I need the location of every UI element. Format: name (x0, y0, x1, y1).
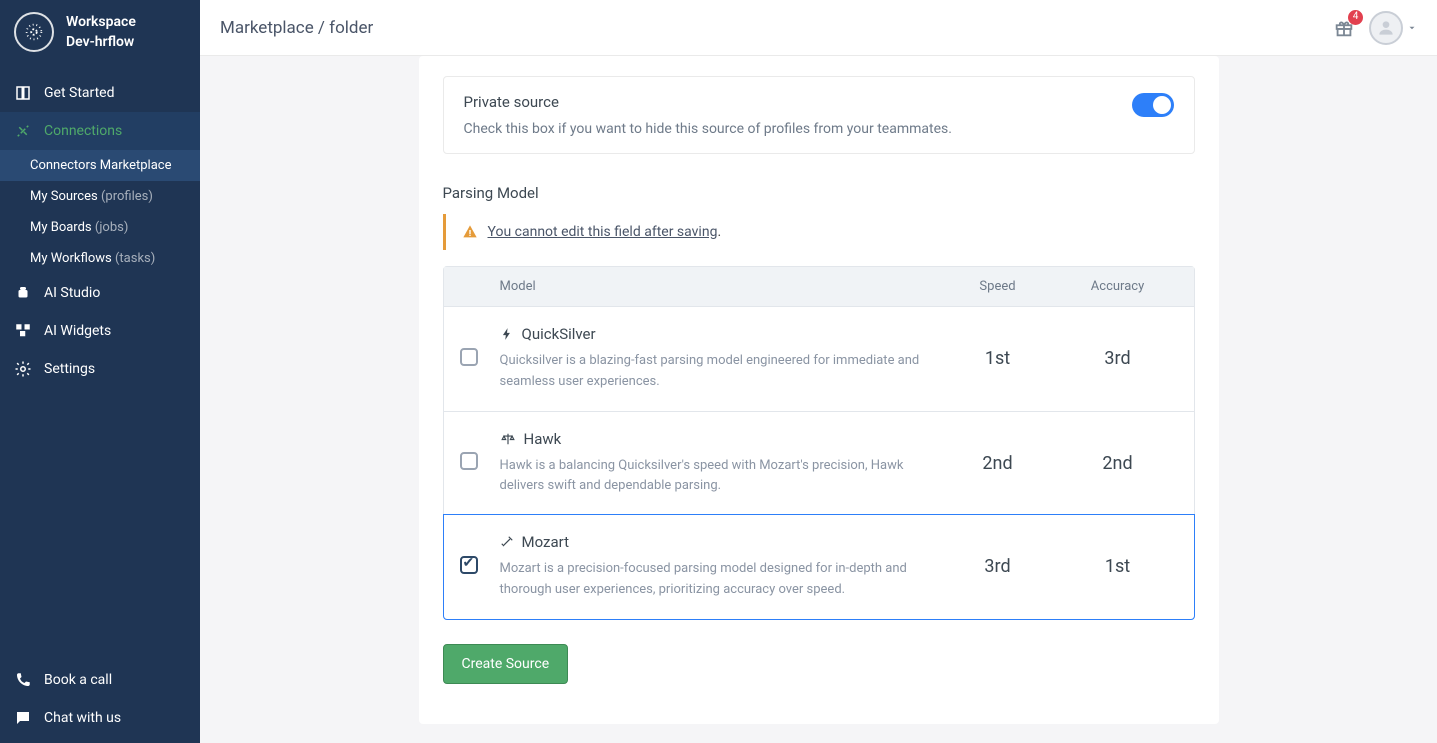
wand-icon (500, 535, 514, 549)
sidebar-sub-label: Connectors Marketplace (30, 158, 171, 173)
warning-alert: You cannot edit this field after saving. (443, 214, 1195, 250)
workspace-label: Workspace (66, 14, 136, 30)
form-card: Private source Check this box if you wan… (419, 56, 1219, 724)
table-row[interactable]: Mozart Mozart is a precision-focused par… (443, 514, 1195, 620)
sidebar-item-chat[interactable]: Chat with us (0, 699, 200, 737)
breadcrumb: Marketplace / folder (220, 18, 373, 38)
bolt-icon (500, 327, 514, 341)
private-source-title: Private source (464, 93, 1132, 111)
sidebar: Workspace Dev-hrflow Get Started Connect… (0, 0, 200, 743)
create-source-button[interactable]: Create Source (443, 644, 569, 684)
sidebar-item-ai-studio[interactable]: AI Studio (0, 274, 200, 312)
sidebar-item-connections[interactable]: Connections (0, 112, 200, 150)
parsing-model-title: Parsing Model (419, 174, 1219, 214)
user-menu[interactable] (1369, 11, 1417, 45)
model-checkbox[interactable] (460, 452, 478, 470)
private-source-desc: Check this box if you want to hide this … (464, 121, 1132, 137)
table-row[interactable]: Hawk Hawk is a balancing Quicksilver's s… (444, 411, 1194, 516)
sidebar-sub-suffix: (tasks) (115, 251, 155, 266)
avatar-icon (1369, 11, 1403, 45)
android-icon (14, 284, 32, 302)
widgets-icon (14, 322, 32, 340)
workspace-name: Dev-hrflow (66, 34, 136, 50)
scale-icon (500, 432, 516, 446)
chat-icon (14, 709, 32, 727)
sidebar-item-ai-widgets[interactable]: AI Widgets (0, 312, 200, 350)
model-checkbox[interactable] (460, 348, 478, 366)
gear-icon (14, 360, 32, 378)
model-desc: Hawk is a balancing Quicksilver's speed … (500, 456, 938, 498)
private-source-box: Private source Check this box if you wan… (443, 76, 1195, 154)
model-accuracy: 3rd (1058, 348, 1178, 369)
plug-icon (14, 122, 32, 140)
sidebar-nav: Get Started Connections Connectors Marke… (0, 74, 200, 388)
sidebar-item-label: Connections (44, 123, 122, 139)
parsing-model-table: Model Speed Accuracy QuickSilver (443, 266, 1195, 620)
sidebar-sub-my-workflows[interactable]: My Workflows (tasks) (0, 243, 200, 274)
chevron-down-icon (1407, 23, 1417, 33)
column-accuracy: Accuracy (1058, 279, 1178, 294)
workspace-header: Workspace Dev-hrflow (0, 0, 200, 64)
sidebar-sub-my-boards[interactable]: My Boards (jobs) (0, 212, 200, 243)
sidebar-item-label: Settings (44, 361, 95, 377)
toggle-knob (1153, 96, 1171, 114)
sidebar-item-label: Get Started (44, 85, 115, 101)
model-speed: 1st (938, 348, 1058, 369)
sidebar-item-label: Book a call (44, 672, 112, 688)
main: Marketplace / folder 4 (200, 0, 1437, 743)
column-speed: Speed (938, 279, 1058, 294)
model-name: QuickSilver (522, 325, 596, 343)
sidebar-item-get-started[interactable]: Get Started (0, 74, 200, 112)
sidebar-item-settings[interactable]: Settings (0, 350, 200, 388)
model-accuracy: 1st (1058, 556, 1178, 577)
model-checkbox[interactable] (460, 556, 478, 574)
model-name: Mozart (522, 533, 570, 551)
notifications-button[interactable]: 4 (1333, 17, 1355, 39)
sidebar-sub-my-sources[interactable]: My Sources (profiles) (0, 181, 200, 212)
sidebar-item-label: AI Widgets (44, 323, 111, 339)
sidebar-sub-suffix: (jobs) (95, 220, 129, 235)
model-name: Hawk (524, 430, 562, 448)
sidebar-sub-suffix: (profiles) (101, 189, 153, 204)
table-row[interactable]: QuickSilver Quicksilver is a blazing-fas… (444, 306, 1194, 411)
warning-icon (462, 224, 478, 240)
phone-icon (14, 671, 32, 689)
model-speed: 3rd (938, 556, 1058, 577)
private-source-toggle[interactable] (1132, 93, 1174, 117)
workspace-logo-icon (14, 12, 54, 52)
model-accuracy: 2nd (1058, 453, 1178, 474)
model-desc: Mozart is a precision-focused parsing mo… (500, 559, 938, 601)
table-header: Model Speed Accuracy (444, 267, 1194, 306)
sidebar-sub-label: My Sources (30, 189, 98, 204)
sidebar-sub-connectors-marketplace[interactable]: Connectors Marketplace (0, 150, 200, 181)
sidebar-sub-label: My Workflows (30, 251, 112, 266)
notification-badge: 4 (1348, 10, 1363, 25)
column-model: Model (500, 279, 938, 294)
model-desc: Quicksilver is a blazing-fast parsing mo… (500, 351, 938, 393)
sidebar-sub-label: My Boards (30, 220, 92, 235)
sidebar-item-label: AI Studio (44, 285, 100, 301)
sidebar-item-label: Chat with us (44, 710, 121, 726)
sidebar-item-book-call[interactable]: Book a call (0, 661, 200, 699)
warning-link[interactable]: You cannot edit this field after saving (488, 224, 718, 240)
model-speed: 2nd (938, 453, 1058, 474)
topbar: Marketplace / folder 4 (200, 0, 1437, 56)
book-icon (14, 84, 32, 102)
